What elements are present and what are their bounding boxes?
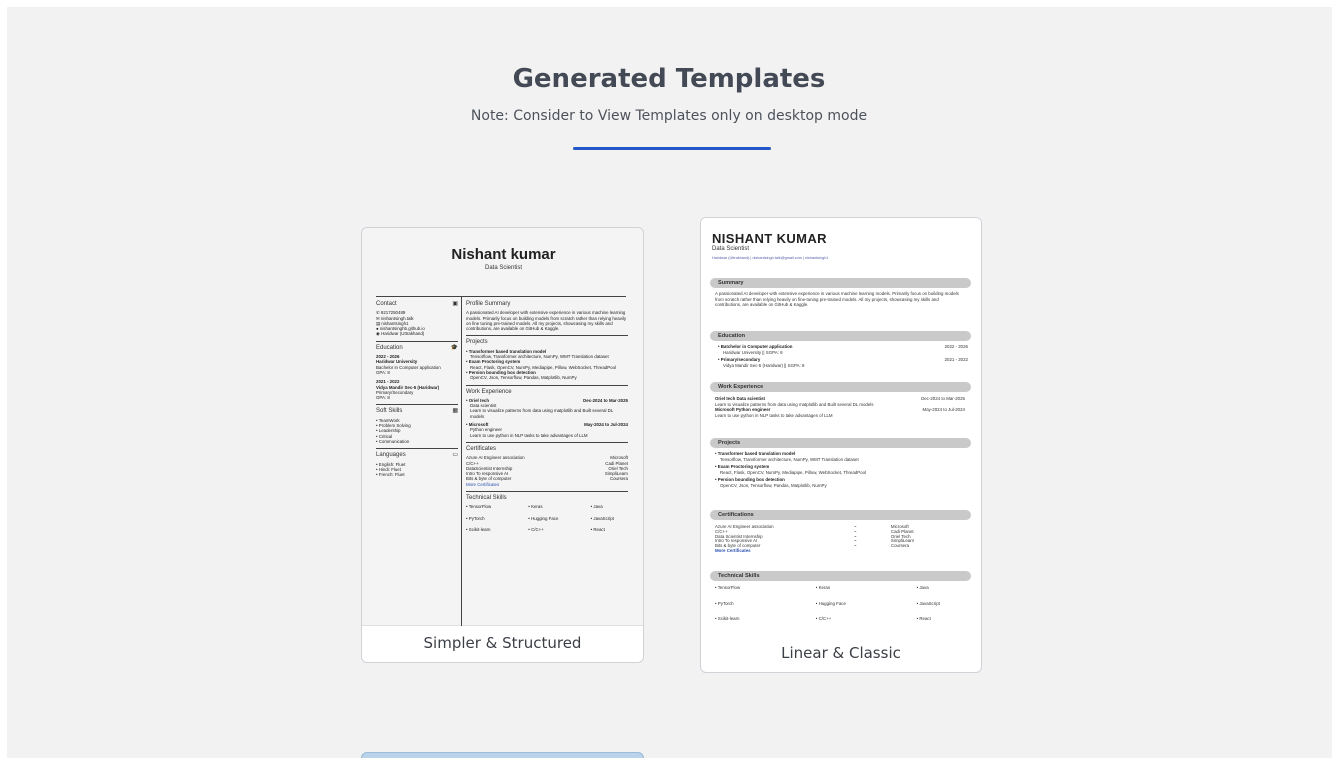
title-divider bbox=[573, 147, 771, 150]
projects-list: • Transformer based translation model Te… bbox=[715, 451, 867, 488]
section-heading: Work Experience bbox=[466, 388, 512, 395]
tech-skill: • Keras bbox=[528, 504, 543, 510]
section-heading: Certifications bbox=[710, 510, 971, 520]
template-preview: NISHANT KUMAR Data Scientist Haridwar (U… bbox=[701, 218, 981, 638]
section-heading: Projects bbox=[710, 438, 971, 448]
section-heading: Soft Skills bbox=[376, 408, 403, 415]
section-heading: Profile Summary bbox=[466, 301, 511, 307]
project-desc: OpenCV, Json, Tensorflow, Pandas, Matplo… bbox=[470, 375, 577, 381]
desktop-note: Note: Consider to View Templates only on… bbox=[470, 108, 868, 124]
template-preview: Nishant kumar Data Scientist Contact ▣ ✆ … bbox=[362, 228, 643, 626]
soft-skill: • Communication bbox=[376, 438, 410, 444]
resume-right-column: Profile Summary A passionated AI develop… bbox=[466, 301, 628, 532]
tech-skill: • Scikit-learn bbox=[466, 526, 491, 532]
tech-skills-grid: • TensorFlow • Keras • Java • PyTorch • … bbox=[466, 504, 628, 532]
tech-skill: • React bbox=[590, 526, 605, 532]
section-heading: Education bbox=[376, 344, 403, 351]
tech-skill: • Scikit-learn bbox=[715, 616, 740, 622]
education-gpa: GPA: 8 bbox=[376, 395, 390, 401]
tech-skill: • Hugging Face bbox=[815, 600, 846, 606]
template-label: Linear & Classic bbox=[781, 644, 901, 662]
resume-left-column: Contact ▣ ✆ 9217250489 ✉ nishantsingh.tal… bbox=[376, 301, 458, 478]
section-heading: Technical Skills bbox=[466, 495, 507, 502]
tech-skill: • C/C++ bbox=[815, 616, 832, 622]
tech-skill: • Hugging Face bbox=[528, 515, 559, 521]
work-desc: Learn to use python in NLP tasks to take… bbox=[470, 432, 588, 438]
contact-icon: ▣ bbox=[452, 301, 458, 307]
contact-item: ◉ Haridwar (Uttrakhand) bbox=[376, 331, 425, 337]
tech-skill: • JavaScript bbox=[916, 600, 940, 606]
resume-role: Data Scientist bbox=[484, 265, 523, 271]
tech-skills-grid: • TensorFlow • Keras • Java • PyTorch • … bbox=[715, 585, 967, 622]
tech-skill: • Java bbox=[916, 585, 929, 590]
section-heading: Work Experience bbox=[710, 382, 971, 392]
tech-skill: • JavaScript bbox=[590, 515, 614, 521]
section-heading: Summary bbox=[710, 278, 971, 288]
education-list: • Batchelor in Computer application 2022 … bbox=[718, 344, 968, 368]
template-card-next[interactable] bbox=[361, 752, 644, 758]
more-certificates-link: More Certificates bbox=[715, 547, 751, 553]
graduation-cap-icon: 🎓 bbox=[450, 344, 458, 351]
resume-role: Data Scientist bbox=[712, 246, 750, 252]
language-item: • French: Fluet bbox=[376, 472, 405, 478]
template-card-simpler-structured[interactable]: Nishant kumar Data Scientist Contact ▣ ✆ … bbox=[361, 227, 644, 663]
tech-skill: • C/C++ bbox=[528, 526, 544, 532]
profile-summary: A passionated AI developer with extensiv… bbox=[466, 310, 627, 332]
resume-name: NISHANT KUMAR bbox=[712, 231, 827, 246]
summary-text: A passionated AI developer with extensiv… bbox=[715, 291, 959, 308]
tech-skill: • React bbox=[916, 616, 931, 622]
tech-skill: • PyTorch bbox=[715, 600, 734, 606]
resume-name: Nishant kumar bbox=[451, 246, 556, 263]
template-card-linear-classic[interactable]: NISHANT KUMAR Data Scientist Haridwar (U… bbox=[700, 217, 982, 673]
section-heading: Projects bbox=[466, 339, 488, 346]
languages-icon: ▭ bbox=[452, 452, 458, 459]
template-label: Simpler & Structured bbox=[423, 634, 582, 652]
page-title: Generated Templates bbox=[512, 64, 826, 94]
tech-skill: • Keras bbox=[815, 585, 831, 590]
work-list: Oriel tech Data scientist Dec-2024 to Mar… bbox=[715, 396, 965, 418]
section-heading: Technical Skills bbox=[710, 571, 971, 581]
tech-skill: • PyTorch bbox=[466, 515, 485, 521]
section-heading: Certificates bbox=[466, 445, 497, 452]
more-certificates-link: More Certificates bbox=[466, 481, 500, 487]
skills-icon: ▦ bbox=[452, 408, 458, 415]
tech-skill: • Java bbox=[590, 504, 603, 510]
certs-list: Azure AI Engineer association ~ Microsoft … bbox=[715, 524, 965, 554]
tech-skill: • TensorFlow bbox=[715, 585, 741, 590]
section-heading: Education bbox=[710, 331, 971, 341]
resume-contact: Haridwar (Uttrakhand) | nishantsingh.tal… bbox=[712, 256, 829, 260]
tech-skill: • TensorFlow bbox=[466, 504, 492, 510]
section-heading: Contact bbox=[376, 301, 397, 307]
resume-divider bbox=[376, 296, 626, 297]
section-heading: Languages bbox=[376, 452, 406, 459]
work-desc: Learn to visualize patterns from data us… bbox=[470, 408, 614, 419]
resume-column-divider bbox=[461, 296, 462, 626]
